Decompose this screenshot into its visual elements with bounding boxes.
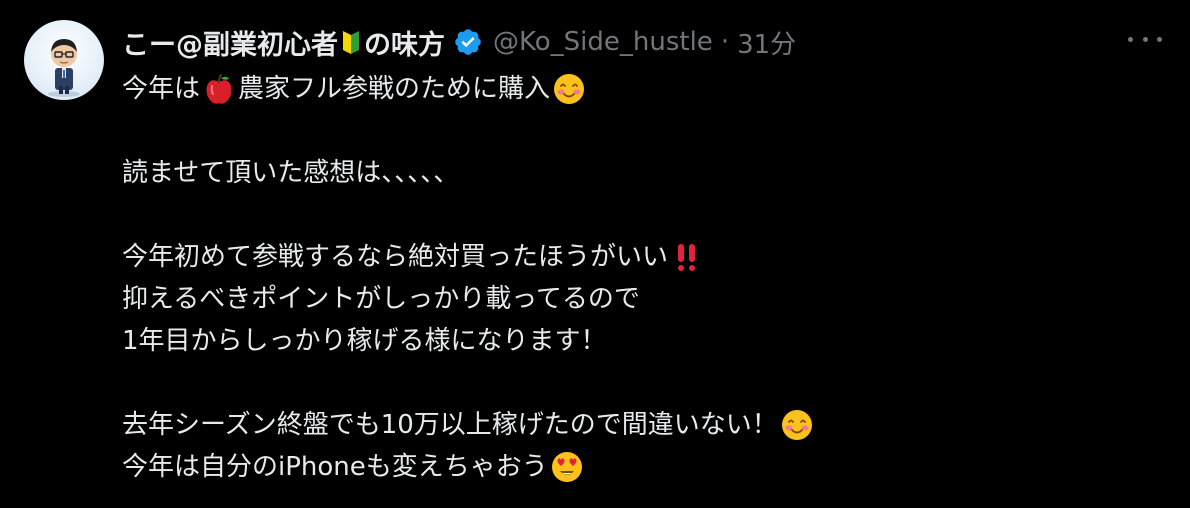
tweet-line-1-start: 今年は [122,74,201,104]
verified-badge-icon[interactable] [453,27,483,57]
more-options-icon[interactable] [1128,26,1162,52]
tweet-line-6-text: 去年シーズン終盤でも10万以上稼げたので間違いない！ [122,410,778,440]
tweet-text: 今年は 農家フル参戦のために購入 読ませて頂いた感想は、、、、、 今年初めて参戦… [122,68,1162,488]
tweet-line-5: 1年目からしっかり稼げる様になります！ [122,326,607,356]
timestamp[interactable]: 31分 [737,24,796,61]
tweet-line-3: 今年初めて参戦するなら絶対買ったほうがいい [122,236,1162,278]
tweet-line-4: 抑えるべきポイントがしっかり載ってるので [122,284,640,314]
tweet-line-7-text: 今年は自分のiPhoneも変えちゃおう [122,452,548,482]
user-handle[interactable]: @Ko_Side_hustle [493,27,713,57]
display-name-suffix[interactable]: の味方 [364,23,445,62]
display-name[interactable]: こー@副業初心者 [122,23,338,62]
tweet-line-2: 読ませて頂いた感想は、、、、、 [122,158,460,188]
tweet-line-6: 去年シーズン終盤でも10万以上稼げたので間違いない！ [122,404,1162,446]
heart-eyes-emoji-icon [550,450,584,484]
tweet-line-3-text: 今年初めて参戦するなら絶対買ったほうがいい [122,242,669,272]
beginner-mark-icon [342,29,360,55]
smiling-face-emoji-icon [780,408,814,442]
avatar-character-icon [48,39,80,97]
tweet-line-7: 今年は自分のiPhoneも変えちゃおう [122,446,1162,488]
smiling-face-emoji-icon [552,72,586,106]
tweet-card[interactable]: こー@副業初心者 の味方 @Ko_Side_hustle · 31分 今年は 農… [0,0,1190,508]
tweet-line-1: 今年は 農家フル参戦のために購入 [122,68,1162,110]
double-exclamation-emoji-icon [670,240,704,274]
tweet-header: こー@副業初心者 の味方 @Ko_Side_hustle · 31分 [122,20,796,64]
avatar[interactable] [24,20,104,100]
separator-dot: · [720,27,730,57]
tweet-line-1-end: 農家フル参戦のために購入 [238,74,551,104]
red-apple-emoji-icon [202,72,236,106]
